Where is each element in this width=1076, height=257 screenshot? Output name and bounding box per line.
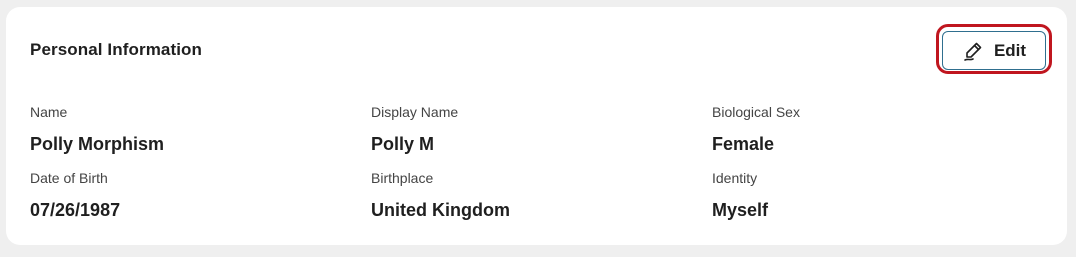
field-value: Polly M [371,134,435,154]
field-label: Identity [712,170,758,186]
card-title: Personal Information [30,40,203,59]
field-label: Birthplace [371,170,434,186]
field-value: Polly Morphism [30,134,165,154]
edit-button[interactable]: Edit [942,31,1046,70]
field-label: Display Name [371,104,459,120]
field-name: Name Polly Morphism [30,103,330,155]
field-display-name: Display Name Polly M [371,103,671,155]
field-label: Date of Birth [30,170,108,186]
field-value: United Kingdom [371,200,510,220]
field-value: 07/26/1987 [30,200,121,220]
field-label: Name [30,104,68,120]
field-identity: Identity Myself [712,169,1012,221]
field-value: Myself [712,200,769,220]
field-value: Female [712,134,775,154]
edit-button-label: Edit [993,40,1027,60]
field-birthplace: Birthplace United Kingdom [371,169,671,221]
field-label: Biological Sex [712,104,800,120]
field-date-of-birth: Date of Birth 07/26/1987 [30,169,330,221]
field-biological-sex: Biological Sex Female [712,103,1012,155]
pencil-icon [962,40,984,62]
personal-information-card: Personal Information Edit Name Polly Mor… [6,7,1067,245]
